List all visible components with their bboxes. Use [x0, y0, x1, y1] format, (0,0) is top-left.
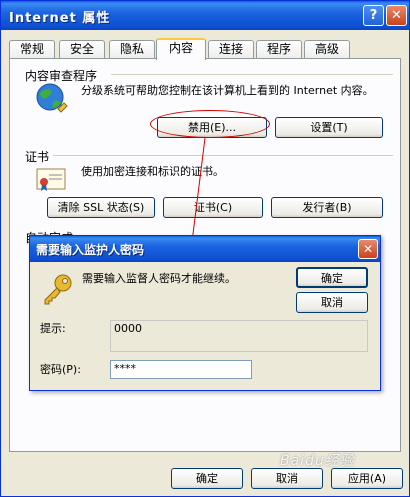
tab-content[interactable]: 内容	[156, 38, 206, 60]
certificates-title: 证书	[25, 148, 54, 165]
help-button[interactable]: ?	[363, 5, 384, 26]
footer-apply-button[interactable]: 应用(A)	[331, 468, 403, 489]
supervisor-password-dialog: 需要输入监护人密码 ✕ 需要输入监督人密码才能继续。 确定 取消 提示: 000…	[29, 235, 381, 391]
tab-advanced[interactable]: 高级	[304, 40, 350, 59]
publishers-button[interactable]: 发行者(B)	[271, 197, 383, 218]
window-title: Internet 属性	[9, 11, 111, 26]
hint-field: 0000	[110, 320, 368, 352]
tab-general[interactable]: 常规	[9, 40, 55, 59]
key-icon	[44, 274, 72, 305]
tab-privacy[interactable]: 隐私	[109, 40, 155, 59]
group-divider	[111, 74, 393, 75]
hint-label: 提示:	[40, 322, 66, 335]
certificates-description: 使用加密连接和标识的证书。	[81, 165, 224, 178]
password-label: 密码(P):	[40, 363, 81, 376]
certificate-icon	[36, 168, 66, 191]
footer-cancel-button[interactable]: 取消	[251, 468, 323, 489]
group-divider	[49, 155, 393, 156]
settings-button[interactable]: 设置(T)	[275, 117, 383, 138]
footer-ok-button[interactable]: 确定	[171, 468, 243, 489]
globe-advisor-icon	[36, 83, 68, 113]
certificates-button[interactable]: 证书(C)	[163, 197, 263, 218]
tab-programs[interactable]: 程序	[256, 40, 302, 59]
close-button[interactable]: ✕	[386, 5, 407, 26]
dialog-message: 需要输入监督人密码才能继续。	[82, 272, 236, 285]
tab-connections[interactable]: 连接	[208, 40, 254, 59]
clear-ssl-button[interactable]: 清除 SSL 状态(S)	[47, 197, 155, 218]
password-field[interactable]: ****	[110, 360, 252, 379]
dialog-cancel-button[interactable]: 取消	[296, 292, 368, 313]
watermark: Baidu经验	[280, 453, 355, 469]
dialog-ok-button[interactable]: 确定	[296, 267, 368, 288]
dialog-title: 需要输入监护人密码	[36, 243, 145, 257]
content-advisor-description: 分级系统可帮助您控制在该计算机上看到的 Internet 内容。	[81, 84, 374, 97]
dialog-close-button[interactable]: ✕	[358, 239, 378, 259]
annotation-ellipse	[150, 110, 270, 138]
title-bar[interactable]: Internet 属性 ? ✕	[1, 1, 409, 30]
dialog-title-bar[interactable]: 需要输入监护人密码 ✕	[30, 236, 380, 262]
tab-security[interactable]: 安全	[59, 40, 105, 59]
